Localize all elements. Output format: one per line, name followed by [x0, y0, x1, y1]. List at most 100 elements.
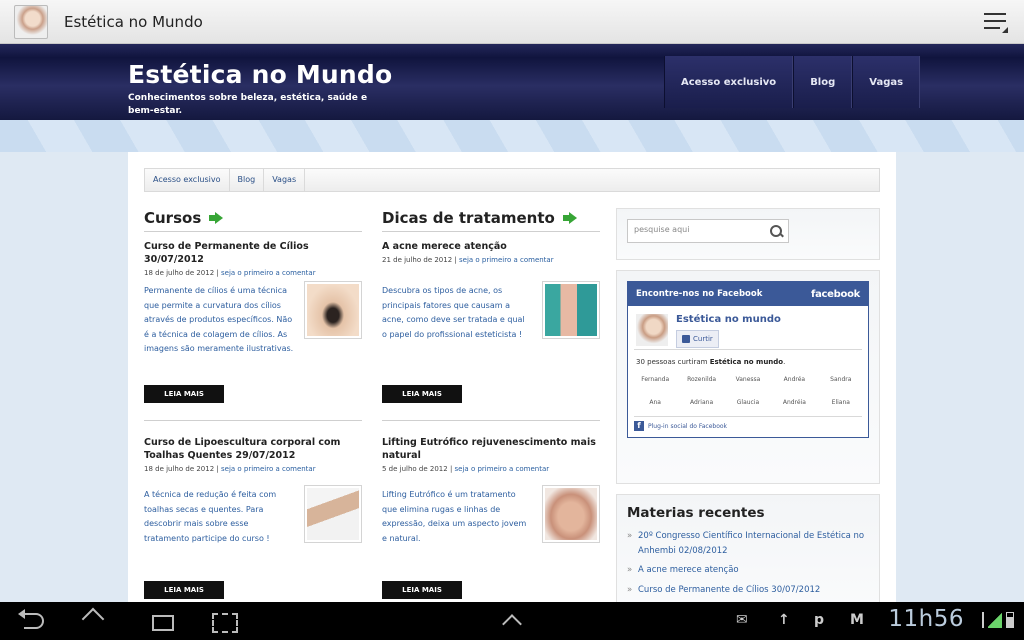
post-title[interactable]: Lifting Eutrófico rejuvenescimento mais …: [382, 436, 600, 462]
fan-name[interactable]: Adriana: [678, 399, 724, 406]
facebook-logo[interactable]: facebook: [811, 289, 860, 300]
facebook-like-button[interactable]: Curtir: [676, 330, 719, 348]
top-nav-acesso-exclusivo[interactable]: Acesso exclusivo: [664, 56, 794, 108]
facebook-page-name[interactable]: Estética no mundo: [676, 314, 781, 325]
post-title[interactable]: Curso de Lipoescultura corporal com Toal…: [144, 436, 362, 462]
comment-link[interactable]: seja o primeiro a comentar: [221, 269, 316, 277]
facebook-page-avatar[interactable]: [636, 314, 668, 346]
site-title[interactable]: Estética no Mundo: [128, 60, 392, 89]
sub-nav-acesso-exclusivo[interactable]: Acesso exclusivo: [145, 169, 230, 191]
post-item: A acne merece atenção 21 de julho de 201…: [382, 240, 600, 421]
read-more-button[interactable]: LEIA MAIS: [144, 385, 224, 403]
top-nav-blog[interactable]: Blog: [793, 56, 853, 108]
post-excerpt[interactable]: Permanente de cílios é uma técnica que p…: [144, 284, 294, 357]
post-date: 21 de julho de 2012: [382, 256, 453, 264]
p-notification-icon[interactable]: p: [814, 612, 824, 628]
post-excerpt[interactable]: A técnica de redução é feita com toalhas…: [144, 488, 294, 546]
dicas-heading[interactable]: Dicas de tratamento: [382, 208, 600, 232]
post-title[interactable]: A acne merece atenção: [382, 240, 600, 253]
bluetooth-icon: [976, 612, 984, 628]
read-more-button[interactable]: LEIA MAIS: [382, 385, 462, 403]
arrow-right-icon[interactable]: [209, 211, 224, 224]
fan-name[interactable]: Glaucia: [725, 399, 771, 406]
site-header: Estética no Mundo Conhecimentos sobre be…: [0, 44, 1024, 120]
comment-link[interactable]: seja o primeiro a comentar: [459, 256, 554, 264]
thumbs-up-icon: [682, 335, 690, 343]
search-icon[interactable]: [770, 225, 782, 237]
fan-name[interactable]: Rozenilda: [678, 376, 724, 383]
sidebar: pesquise aqui Encontre-nos no Facebook f…: [616, 208, 880, 624]
system-navigation-bar: ✉ ↑ p M 11h56: [0, 602, 1024, 640]
chevron-up-icon[interactable]: [500, 611, 524, 631]
like-count-text: 30 pessoas curtiram: [636, 358, 708, 366]
facebook-icon: f: [634, 421, 644, 431]
top-nav-vagas[interactable]: Vagas: [852, 56, 921, 108]
home-icon[interactable]: [82, 611, 110, 631]
recent-post-link[interactable]: A acne merece atenção: [627, 563, 869, 578]
read-more-button[interactable]: LEIA MAIS: [382, 581, 462, 599]
fan-name[interactable]: Vanessa: [725, 376, 771, 383]
facebook-fans-grid: Fernanda Rozenilda Vanessa Andréa Sandra…: [628, 366, 868, 406]
post-thumbnail[interactable]: [304, 485, 362, 543]
status-icons[interactable]: [976, 612, 1014, 628]
post-thumbnail[interactable]: [542, 485, 600, 543]
post-meta: 18 de julho de 2012 | seja o primeiro a …: [144, 465, 316, 473]
screenshot-icon[interactable]: [210, 611, 238, 633]
fan-name[interactable]: Fernanda: [632, 376, 678, 383]
recent-post-link[interactable]: 20º Congresso Científico Internacional d…: [627, 529, 869, 558]
recent-posts-title: Materias recentes: [627, 505, 765, 521]
wifi-signal-icon: [988, 612, 1002, 628]
fan-name[interactable]: Andréa: [771, 376, 817, 383]
clock[interactable]: 11h56: [888, 606, 964, 632]
upload-notification-icon[interactable]: ↑: [778, 612, 790, 628]
facebook-like-count: 30 pessoas curtiram Estética no mundo.: [636, 358, 786, 366]
fan-name[interactable]: Ana: [632, 399, 678, 406]
facebook-like-label: Curtir: [693, 335, 713, 343]
post-meta: 21 de julho de 2012 | seja o primeiro a …: [382, 256, 554, 264]
fan-name[interactable]: Eliana: [818, 399, 864, 406]
post-title[interactable]: Curso de Permanente de Cílios 30/07/2012: [144, 240, 362, 266]
menu-icon[interactable]: [984, 13, 1008, 33]
post-item: Curso de Permanente de Cílios 30/07/2012…: [144, 240, 362, 421]
top-nav: Acesso exclusivo Blog Vagas: [664, 56, 921, 108]
cursos-heading-label: Cursos: [144, 208, 202, 227]
search-input[interactable]: pesquise aqui: [627, 219, 789, 243]
sub-nav: Acesso exclusivo Blog Vagas: [144, 168, 880, 192]
recent-apps-icon[interactable]: [148, 611, 174, 631]
fan-name[interactable]: Sandra: [818, 376, 864, 383]
sub-nav-vagas[interactable]: Vagas: [264, 169, 306, 191]
post-divider: [144, 420, 362, 421]
facebook-widget: Encontre-nos no Facebook facebook Estéti…: [616, 270, 880, 484]
browser-app-bar: Estética no Mundo: [0, 0, 1024, 44]
facebook-header-title: Encontre-nos no Facebook: [636, 289, 763, 299]
arrow-right-icon[interactable]: [562, 211, 577, 224]
dicas-column: Dicas de tratamento A acne merece atençã…: [382, 208, 600, 599]
post-date: 5 de julho de 2012: [382, 465, 448, 473]
like-count-page[interactable]: Estética no mundo: [710, 358, 783, 366]
fan-name[interactable]: Andréia: [771, 399, 817, 406]
email-notification-icon[interactable]: ✉: [736, 612, 748, 628]
comment-link[interactable]: seja o primeiro a comentar: [455, 465, 550, 473]
post-date: 18 de julho de 2012: [144, 465, 215, 473]
facebook-page-row: Estética no mundo Curtir: [634, 306, 862, 350]
sub-nav-blog[interactable]: Blog: [230, 169, 265, 191]
post-thumbnail[interactable]: [542, 281, 600, 339]
battery-icon: [1006, 612, 1014, 628]
post-item: Lifting Eutrófico rejuvenescimento mais …: [382, 436, 600, 606]
cursos-heading[interactable]: Cursos: [144, 208, 362, 232]
dicas-heading-label: Dicas de tratamento: [382, 208, 555, 227]
recent-posts-widget: Materias recentes 20º Congresso Científi…: [616, 494, 880, 614]
facebook-footer[interactable]: f Plug-in social do Facebook: [634, 416, 862, 437]
recent-post-link[interactable]: Curso de Permanente de Cílios 30/07/2012: [627, 583, 869, 598]
facebook-header: Encontre-nos no Facebook facebook: [628, 282, 868, 306]
app-title: Estética no Mundo: [64, 13, 203, 31]
back-icon[interactable]: [18, 609, 46, 631]
read-more-button[interactable]: LEIA MAIS: [144, 581, 224, 599]
gmail-notification-icon[interactable]: M: [850, 612, 864, 628]
post-thumbnail[interactable]: [304, 281, 362, 339]
post-excerpt[interactable]: Descubra os tipos de acne, os principais…: [382, 284, 532, 342]
app-icon[interactable]: [14, 5, 48, 39]
search-widget: pesquise aqui: [616, 208, 880, 260]
comment-link[interactable]: seja o primeiro a comentar: [221, 465, 316, 473]
post-excerpt[interactable]: Lifting Eutrófico é um tratamento que el…: [382, 488, 532, 546]
